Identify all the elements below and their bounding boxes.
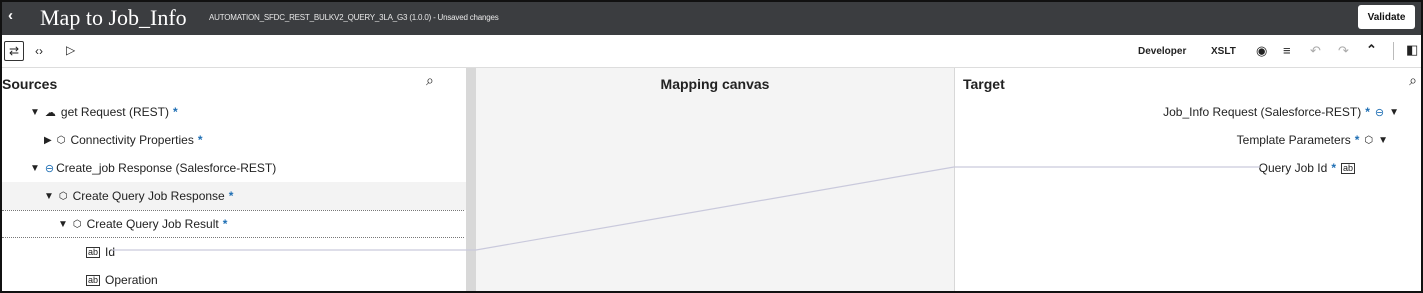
panel-toggle-icon[interactable]: ◧ bbox=[1406, 42, 1418, 58]
tree-row[interactable]: ab Id bbox=[2, 238, 466, 266]
required-star: * bbox=[1365, 105, 1370, 119]
tree-row[interactable]: Template Parameters * ⬡ ▼ bbox=[1237, 126, 1421, 154]
field-icon: ab bbox=[1340, 162, 1355, 174]
play-icon[interactable]: ▷ bbox=[66, 43, 75, 57]
integration-subtitle: AUTOMATION_SFDC_REST_BULKV2_QUERY_3LA_G3… bbox=[209, 13, 499, 22]
salesforce-icon: ⊖ bbox=[1374, 106, 1385, 119]
caret-down-icon[interactable]: ▼ bbox=[44, 191, 54, 202]
caret-down-icon[interactable]: ▼ bbox=[30, 163, 40, 174]
field-icon: ab bbox=[86, 274, 101, 286]
tree-label: Job_Info Request (Salesforce-REST) bbox=[1163, 105, 1362, 119]
tree-row[interactable]: ab Operation bbox=[2, 266, 466, 291]
header-bar: ‹ Map to Job_Info AUTOMATION_SFDC_REST_B… bbox=[2, 2, 1421, 35]
caret-down-icon[interactable]: ▼ bbox=[58, 219, 68, 230]
xslt-toggle[interactable]: XSLT bbox=[1211, 46, 1236, 57]
required-star: * bbox=[228, 189, 234, 203]
target-title: Target bbox=[963, 76, 1005, 92]
mapping-canvas: Mapping canvas bbox=[476, 68, 954, 291]
tree-label: Create Query Job Result bbox=[86, 217, 219, 231]
rest-icon: ☁ bbox=[44, 106, 56, 119]
required-star: * bbox=[197, 133, 203, 147]
mapper-window: ‹ Map to Job_Info AUTOMATION_SFDC_REST_B… bbox=[0, 0, 1423, 293]
tree-row[interactable]: ▼ ⬡ Create Query Job Response * bbox=[2, 182, 466, 210]
panel-splitter[interactable] bbox=[466, 68, 476, 291]
developer-toggle[interactable]: Developer bbox=[1138, 46, 1186, 57]
swap-view-icon[interactable]: ⇄ bbox=[4, 41, 24, 61]
cube-icon: ⬡ bbox=[72, 218, 82, 230]
tree-row[interactable]: ▼ ⊖ Create_job Response (Salesforce-REST… bbox=[2, 154, 466, 182]
target-panel: Target ⌕ Job_Info Request (Salesforce-RE… bbox=[955, 68, 1421, 291]
required-star: * bbox=[1331, 161, 1336, 175]
required-star: * bbox=[172, 105, 178, 119]
tree-label: get Request (REST) bbox=[60, 105, 169, 119]
search-icon[interactable]: ⌕ bbox=[1409, 72, 1417, 89]
code-view-icon[interactable]: ‹› bbox=[35, 44, 43, 58]
salesforce-icon: ⊖ bbox=[44, 162, 55, 175]
tree-label: Query Job Id bbox=[1258, 161, 1328, 175]
tree-row[interactable]: ▼ ☁ get Request (REST) * bbox=[2, 98, 466, 126]
required-star: * bbox=[222, 217, 228, 231]
tree-label: Operation bbox=[105, 273, 158, 287]
page-title: Map to Job_Info bbox=[40, 5, 187, 30]
sources-panel: Sources ⌕ ▼ ☁ get Request (REST) * ▶ ⬡ C… bbox=[2, 68, 466, 291]
search-icon[interactable]: ⌕ bbox=[426, 72, 434, 89]
tree-row[interactable]: Job_Info Request (Salesforce-REST) * ⊖ ▼ bbox=[1163, 98, 1421, 126]
caret-down-icon[interactable]: ▼ bbox=[30, 107, 40, 118]
caret-down-icon[interactable]: ▼ bbox=[1378, 135, 1388, 146]
tree-label: Create_job Response (Salesforce-REST) bbox=[56, 161, 277, 175]
cube-icon: ⬡ bbox=[1364, 134, 1374, 146]
tree-label: Connectivity Properties bbox=[70, 133, 194, 147]
undo-icon[interactable]: ↶ bbox=[1310, 43, 1321, 59]
required-star: * bbox=[1354, 133, 1360, 147]
tree-label: Template Parameters bbox=[1236, 133, 1351, 147]
filter-icon[interactable]: ≡ bbox=[1283, 43, 1291, 58]
tree-label: Id bbox=[105, 245, 116, 259]
field-icon: ab bbox=[86, 246, 101, 258]
canvas-title: Mapping canvas bbox=[660, 76, 770, 92]
back-icon[interactable]: ‹ bbox=[8, 8, 13, 23]
tree-row[interactable]: ▼ ⬡ Create Query Job Result * bbox=[2, 210, 464, 238]
validate-button[interactable]: Validate bbox=[1358, 5, 1415, 29]
caret-down-icon[interactable]: ▼ bbox=[1389, 107, 1399, 118]
tree-label: Create Query Job Response bbox=[72, 189, 225, 203]
eye-icon[interactable]: ◉ bbox=[1256, 43, 1267, 59]
toolbar: ⇄ ‹› ▷ Developer XSLT ◉ ≡ ↶ ↷ ⌃ ◧ bbox=[2, 35, 1421, 68]
cube-icon: ⬡ bbox=[58, 190, 68, 202]
tree-row[interactable]: Query Job Id * ab bbox=[1259, 154, 1421, 182]
toolbar-separator bbox=[1393, 42, 1394, 60]
sources-title: Sources bbox=[2, 76, 58, 92]
cube-icon: ⬡ bbox=[56, 134, 66, 146]
redo-icon[interactable]: ↷ bbox=[1338, 43, 1349, 59]
collapse-all-icon[interactable]: ⌃ bbox=[1366, 42, 1377, 58]
tree-row[interactable]: ▶ ⬡ Connectivity Properties * bbox=[2, 126, 466, 154]
caret-right-icon[interactable]: ▶ bbox=[44, 135, 52, 146]
